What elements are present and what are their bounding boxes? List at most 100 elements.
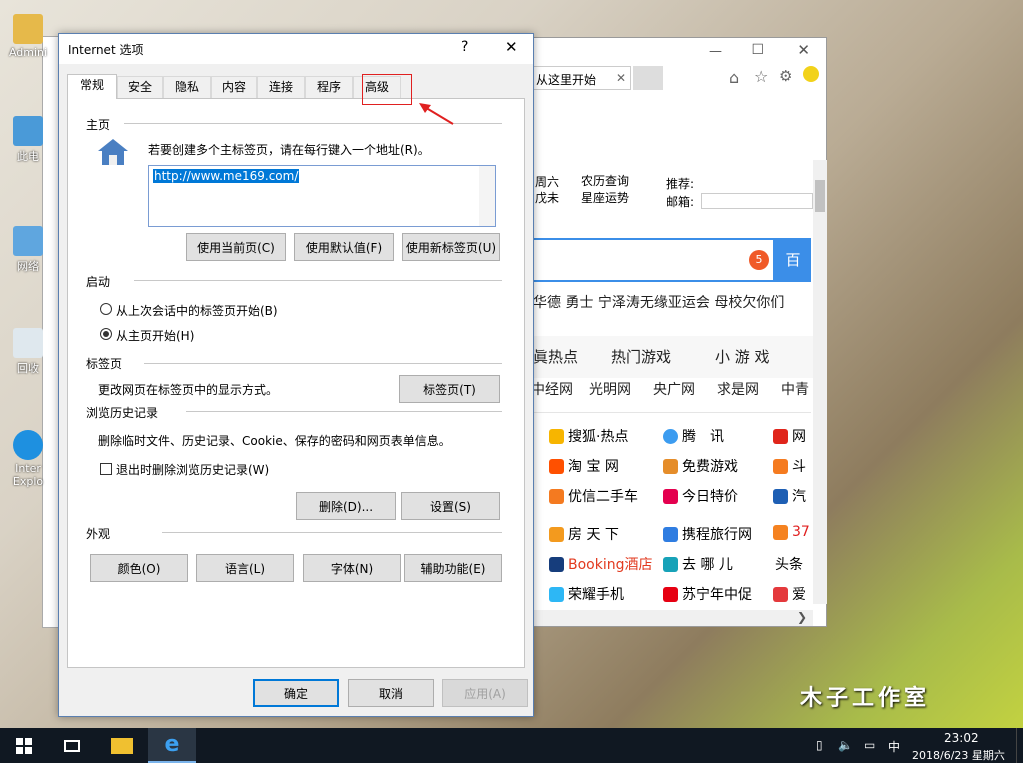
scroll-right-icon[interactable]: ❯ [797,610,807,624]
languages-button[interactable]: 语言(L) [196,554,294,582]
tab-mini-games[interactable]: 小 游 戏 [715,346,770,367]
file-explorer-button[interactable] [98,728,146,763]
delete-on-exit-checkbox[interactable] [100,463,112,475]
use-new-tab-button[interactable]: 使用新标签页(U) [402,233,500,261]
media-link[interactable]: 光明网 [589,379,631,399]
desktop-icon-recycle[interactable]: 回收 [6,328,50,376]
startup-last-session-radio[interactable] [100,303,112,315]
favorites-star-icon[interactable]: ☆ [754,67,768,86]
watermark-logo: 木子工作室 [800,686,931,711]
site-link[interactable]: 今日特价 [663,486,738,506]
lunar-query-link[interactable]: 农历查询 [581,173,629,190]
horoscope-link[interactable]: 星座运势 [581,190,629,207]
ok-button[interactable]: 确定 [253,679,339,707]
vertical-scrollbar[interactable] [813,160,827,604]
site-link[interactable]: 去 哪 儿 [663,554,733,574]
tab-content[interactable]: 内容 [211,76,257,98]
tab-hot[interactable]: 眞热点 [533,346,578,367]
site-link[interactable]: 搜狐·热点 [549,426,628,446]
ime-indicator[interactable]: 中 [888,738,900,755]
home-icon[interactable]: ⌂ [729,68,739,87]
delete-history-button[interactable]: 删除(D)... [296,492,396,520]
site-link[interactable]: 斗 [773,456,806,476]
tab-programs[interactable]: 程序 [305,76,353,98]
media-link[interactable]: 中青 [781,379,809,399]
close-icon[interactable]: ✕ [797,41,810,59]
tab-connections[interactable]: 连接 [257,76,305,98]
tab-privacy[interactable]: 隐私 [163,76,211,98]
tabs-settings-button[interactable]: 标签页(T) [399,375,500,403]
house-icon [96,137,130,167]
accessibility-button[interactable]: 辅助功能(E) [404,554,502,582]
clock-time[interactable]: 23:02 [944,731,979,745]
desktop-icon-network[interactable]: 网络 [6,226,50,274]
homepage-url-textarea[interactable]: http://www.me169.com/ [148,165,496,227]
show-desktop-button[interactable] [1016,728,1023,763]
volume-icon[interactable]: 🔈 [838,738,853,752]
site-link[interactable]: 汽 [773,486,806,506]
site-link[interactable]: 优信二手车 [549,486,638,506]
homepage-url-text: http://www.me169.com/ [153,169,300,183]
site-link[interactable]: 爱 [773,584,806,604]
task-view-icon [64,739,80,752]
use-current-button[interactable]: 使用当前页(C) [186,233,286,261]
history-settings-button[interactable]: 设置(S) [401,492,500,520]
tencent-icon [663,428,678,444]
startup-homepage-radio[interactable] [100,328,112,340]
new-tab-button[interactable] [633,66,663,90]
task-view-button[interactable] [48,728,96,763]
site-link[interactable]: 37 [773,524,810,540]
qunar-icon [663,556,678,572]
start-button[interactable] [0,728,48,763]
media-link[interactable]: 央广网 [653,379,695,399]
fonts-button[interactable]: 字体(N) [303,554,401,582]
cancel-button[interactable]: 取消 [348,679,434,707]
news-headlines[interactable]: 华德 勇士 宁泽涛无缘亚运会 母校欠你们 [533,292,784,312]
browser-tab[interactable]: 从这里开始 ✕ [531,66,631,90]
smiley-feedback-icon[interactable] [803,66,819,82]
site-link[interactable]: 淘 宝 网 [549,456,619,476]
dialog-title: Internet 选项 [68,43,144,57]
media-link[interactable]: 求是网 [717,379,759,399]
minimize-icon[interactable]: — [709,44,722,59]
site-link[interactable]: Booking酒店 [549,554,653,574]
close-button[interactable]: ✕ [505,38,518,56]
media-link[interactable]: 中经网 [531,379,573,399]
desktop-icon-pc[interactable]: 此电 [6,116,50,164]
help-button[interactable]: ? [461,39,468,55]
highlight-box [362,74,412,105]
aiqiyi-icon [773,586,788,602]
horizontal-scrollbar[interactable]: ❯ [531,610,813,626]
desktop-icon-label: Admini [8,46,48,59]
apply-button[interactable]: 应用(A) [442,679,528,707]
site-link[interactable]: 携程旅行网 [663,524,752,544]
scrollbar-thumb[interactable] [815,180,825,212]
fang-icon [549,526,564,542]
tab-hot-games[interactable]: 热门游戏 [611,346,671,367]
battery-icon[interactable]: ▯ [816,738,823,752]
site-link[interactable]: 网 [773,426,806,446]
clock-date[interactable]: 2018/6/23 星期六 [912,747,1005,763]
site-link[interactable]: 免费游戏 [663,456,738,476]
search-button[interactable]: 百 [775,238,811,282]
network-icon[interactable]: ▭ [864,738,875,752]
textarea-scrollbar[interactable] [479,166,495,226]
use-default-button[interactable]: 使用默认值(F) [294,233,394,261]
mailbox-input[interactable] [701,193,813,209]
gear-icon[interactable]: ⚙ [779,67,792,85]
tab-close-icon[interactable]: ✕ [616,71,626,85]
site-link[interactable]: 荣耀手机 [549,584,624,604]
site-link[interactable]: 苏宁年中促 [663,584,752,604]
site-link[interactable]: 头条 [775,554,803,574]
maximize-icon[interactable]: ☐ [751,42,764,58]
ctrip-icon [663,526,678,542]
desktop-icon-admin[interactable]: Admini [6,14,50,59]
ie-taskbar-button[interactable]: e [148,728,196,763]
tab-security[interactable]: 安全 [117,76,163,98]
search-input[interactable] [531,238,775,282]
site-link[interactable]: 房 天 下 [549,524,619,544]
colors-button[interactable]: 颜色(O) [90,554,188,582]
tab-general[interactable]: 常规 [67,74,117,99]
desktop-icon-ie[interactable]: Inter Explo [6,430,50,488]
site-link[interactable]: 腾 讯 [663,426,724,446]
